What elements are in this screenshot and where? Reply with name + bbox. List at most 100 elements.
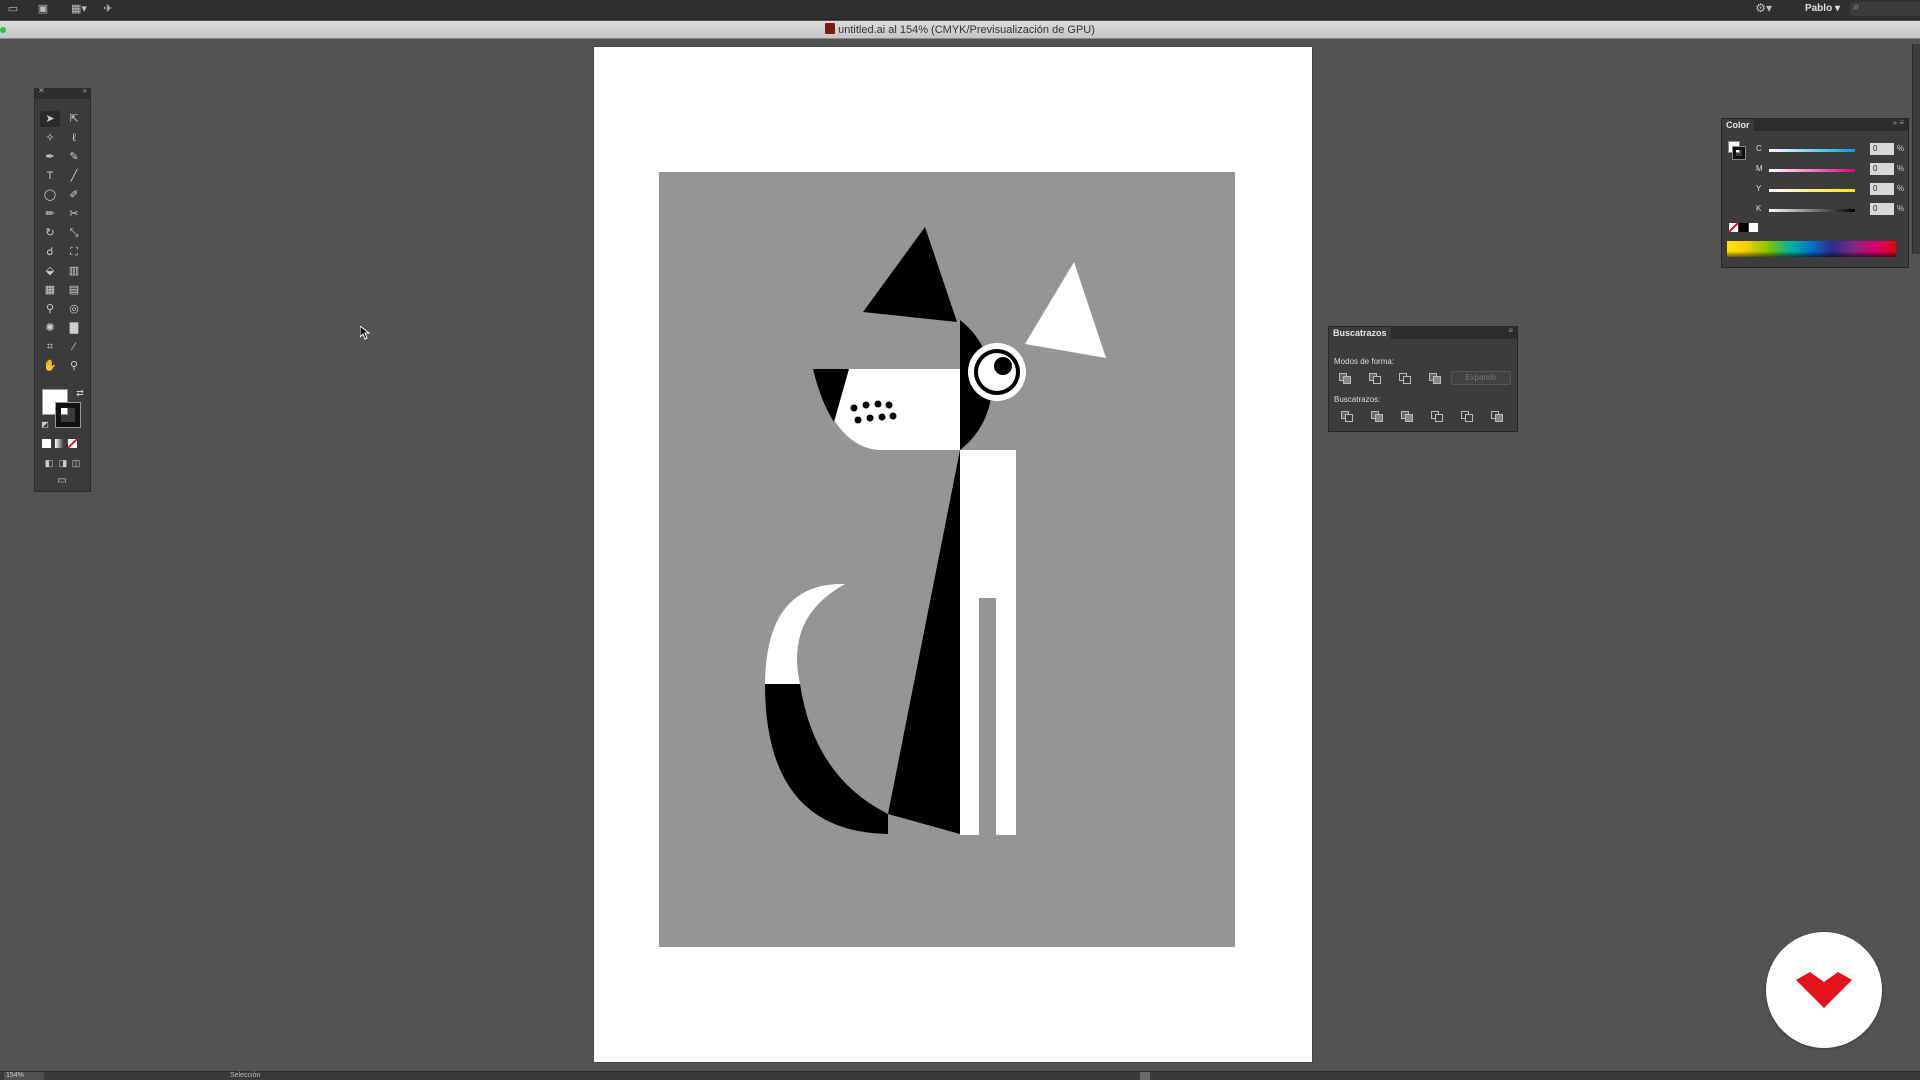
slice-tool-icon[interactable]: ⁄ [64, 339, 84, 355]
gpu-performance-icon[interactable]: ✈ [100, 2, 116, 17]
stroke-swatch[interactable] [55, 402, 81, 428]
color-spectrum[interactable] [1727, 241, 1896, 257]
selection-tool-icon[interactable]: ➤ [40, 111, 60, 127]
warp-tool-icon[interactable]: ☌ [40, 244, 60, 260]
channel-label: K [1756, 204, 1762, 213]
column-graph-icon[interactable]: ▇ [64, 320, 84, 336]
dog-leg-gap[interactable] [979, 598, 996, 836]
pathfinder-panel: Buscatrazos ≡ Modos de forma: Expandir B… [1328, 326, 1518, 432]
horizontal-scrollbar[interactable] [1140, 1072, 1150, 1080]
tools-panel-header[interactable]: ✕ » [35, 86, 90, 99]
percent-label: % [1897, 164, 1905, 173]
heart-logo-icon [1796, 972, 1852, 1008]
dog-pupil[interactable] [994, 357, 1012, 375]
stock-icon[interactable]: ▣ [36, 2, 50, 17]
search-icon: ⌕ [1853, 1, 1860, 13]
swap-fill-stroke-icon[interactable]: ⇄ [70, 385, 90, 401]
pencil-tool-icon[interactable]: ✏ [40, 206, 60, 222]
eyedropper-icon[interactable]: ⚲ [40, 301, 60, 317]
current-tool-status[interactable]: Selección [230, 1072, 260, 1080]
cyan-input[interactable]: 0 [1870, 143, 1894, 155]
artboard-tool-icon[interactable]: ⌗ [40, 339, 60, 355]
document-title: untitled.ai al 154% (CMYK/Previsualizaci… [838, 24, 1095, 36]
collapse-icon[interactable]: » [83, 86, 87, 95]
scissors-icon[interactable]: ✂ [64, 206, 84, 222]
exclude-icon[interactable] [1427, 371, 1443, 385]
magenta-slider[interactable] [1769, 169, 1855, 172]
intersect-icon[interactable] [1397, 371, 1413, 385]
mouse-cursor-icon [360, 326, 370, 340]
lasso-icon[interactable]: ℓ [64, 130, 84, 146]
cyan-slider-row: C 0 % [1756, 143, 1906, 157]
unite-icon[interactable] [1337, 371, 1353, 385]
shape-builder-icon[interactable]: ⬙ [40, 263, 60, 279]
minus-front-icon[interactable] [1367, 371, 1383, 385]
scale-tool-icon[interactable]: ⤡ [64, 225, 84, 241]
divide-icon[interactable] [1339, 409, 1355, 423]
cyan-slider[interactable] [1769, 149, 1855, 152]
zoom-tool-icon[interactable]: ⚲ [64, 358, 84, 374]
merge-icon[interactable] [1399, 409, 1415, 423]
color-panel-tab[interactable]: Color [1722, 119, 1754, 131]
channel-label: Y [1756, 184, 1762, 193]
user-menu[interactable]: Pablo ▾ [1805, 3, 1840, 14]
color-panel-header[interactable]: Color » ≡ [1722, 118, 1908, 131]
magenta-input[interactable]: 0 [1870, 163, 1894, 175]
draw-inside-icon[interactable]: ◫ [66, 455, 86, 471]
ellipse-tool-icon[interactable]: ◯ [40, 187, 60, 203]
black-slider[interactable] [1769, 209, 1855, 212]
pen-tool-icon[interactable]: ✒ [40, 149, 60, 165]
user-name: Pablo [1804, 3, 1833, 14]
blend-tool-icon[interactable]: ◎ [64, 301, 84, 317]
minus-back-icon[interactable] [1489, 409, 1505, 423]
crop-icon[interactable] [1429, 409, 1445, 423]
trim-icon[interactable] [1369, 409, 1385, 423]
outline-icon[interactable] [1459, 409, 1475, 423]
black-slider-row: K 0 % [1756, 203, 1906, 217]
yellow-slider[interactable] [1769, 189, 1855, 192]
black-swatch[interactable] [1739, 223, 1748, 232]
pathfinder-panel-header[interactable]: Buscatrazos ≡ [1329, 326, 1517, 339]
zoom-level[interactable]: 154% [4, 1072, 44, 1080]
rotate-tool-icon[interactable]: ↻ [40, 225, 60, 241]
bridge-icon[interactable]: ▭ [6, 2, 20, 17]
percent-label: % [1897, 184, 1905, 193]
black-input[interactable]: 0 [1870, 203, 1894, 215]
magic-wand-icon[interactable]: ✧ [40, 130, 60, 146]
yellow-input[interactable]: 0 [1870, 183, 1894, 195]
shape-modes-label: Modos de forma: [1334, 357, 1395, 366]
channel-label: M [1756, 164, 1763, 173]
dog-illustration[interactable] [659, 172, 1235, 947]
none-swatch[interactable] [1729, 223, 1738, 232]
type-tool-icon[interactable]: T [40, 168, 60, 184]
status-bar: 154% Selección [0, 1071, 1920, 1080]
hand-tool-icon[interactable]: ✋ [40, 358, 60, 374]
color-mode-icon[interactable] [42, 439, 51, 448]
color-stroke-swatch[interactable] [1732, 146, 1746, 160]
docked-panels-strip[interactable] [1912, 44, 1920, 254]
gradient-mode-icon[interactable] [55, 439, 64, 448]
direct-selection-tool-icon[interactable]: ⇱ [64, 111, 84, 127]
none-mode-icon[interactable] [68, 439, 77, 448]
screen-mode-icon[interactable]: ▭ [52, 473, 72, 489]
brush-tool-icon[interactable]: ✐ [64, 187, 84, 203]
default-colors-icon[interactable]: ◩ [35, 417, 55, 433]
free-transform-icon[interactable]: ⛶ [64, 244, 84, 260]
panel-menu-icon[interactable]: » ≡ [1893, 118, 1904, 127]
mesh-tool-icon[interactable]: ▦ [40, 282, 60, 298]
chart-tool-icon[interactable]: ▥ [64, 263, 84, 279]
color-panel: Color » ≡ C 0 % M 0 % Y 0 % K 0 % [1721, 118, 1909, 268]
gradient-tool-icon[interactable]: ▤ [64, 282, 84, 298]
panel-menu-icon[interactable]: ≡ [1508, 326, 1513, 335]
line-tool-icon[interactable]: ╱ [64, 168, 84, 184]
white-swatch[interactable] [1749, 223, 1758, 232]
document-tab[interactable]: untitled.ai al 154% (CMYK/Previsualizaci… [0, 21, 1920, 39]
close-icon[interactable]: ✕ [38, 86, 45, 95]
pathfinder-panel-tab[interactable]: Buscatrazos [1329, 327, 1391, 339]
search-input[interactable]: ⌕ [1850, 1, 1920, 16]
workspace-switcher-icon[interactable]: ⚙▾ [1755, 1, 1772, 15]
arrange-documents-icon[interactable]: ▦▾ [66, 2, 92, 17]
expand-button[interactable]: Expandir [1451, 371, 1511, 385]
symbol-sprayer-icon[interactable]: ✺ [40, 320, 60, 336]
curvature-tool-icon[interactable]: ✎ [64, 149, 84, 165]
